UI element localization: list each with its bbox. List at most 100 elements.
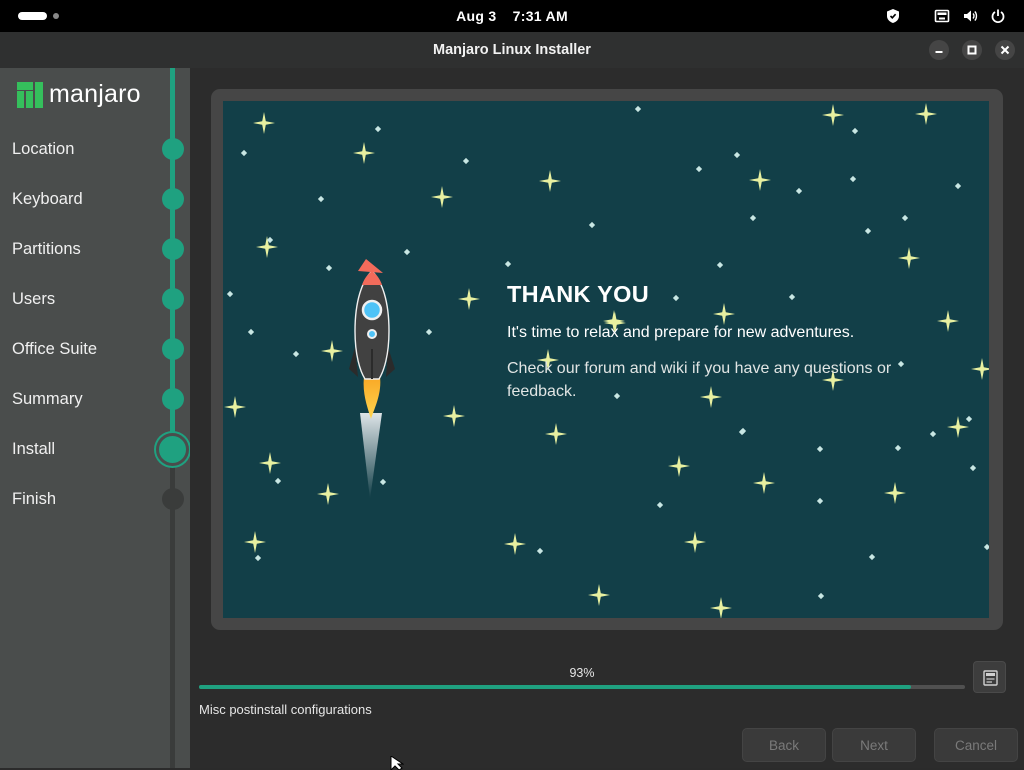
star-dot [816, 445, 824, 453]
step-label: Office Suite [12, 340, 97, 358]
star-dot [536, 547, 544, 555]
window-title: Manjaro Linux Installer [433, 42, 591, 58]
terminal-log-icon [983, 670, 998, 686]
step-label: Location [12, 140, 75, 158]
star-dot [226, 290, 234, 298]
toggle-log-button[interactable] [973, 661, 1006, 693]
rocket-illustration [349, 259, 395, 499]
slide-body-text: Check our forum and wiki if you have any… [507, 360, 892, 400]
star-sparkle [915, 103, 937, 125]
star-dot [240, 149, 248, 157]
clock[interactable]: Aug 3 7:31 AM [0, 0, 1024, 32]
power-icon[interactable] [990, 8, 1006, 24]
star-dot [672, 294, 680, 302]
close-icon [1000, 45, 1010, 55]
minimize-icon [935, 51, 943, 53]
step-location: Location [0, 129, 190, 169]
back-button[interactable]: Back [742, 728, 826, 762]
star-dot [374, 125, 382, 133]
install-status-text: Misc postinstall configurations [199, 702, 372, 717]
star-sparkle [321, 340, 343, 362]
star-dot [795, 187, 803, 195]
window-titlebar[interactable]: Manjaro Linux Installer [0, 32, 1024, 68]
slide-heading: THANK YOU [507, 281, 649, 307]
star-sparkle [504, 533, 526, 555]
star-dot [816, 497, 824, 505]
star-dot [901, 214, 909, 222]
maximize-button[interactable] [962, 40, 982, 60]
star-sparkle [259, 452, 281, 474]
step-done-marker [162, 388, 184, 410]
star-sparkle [668, 455, 690, 477]
star-dot [634, 105, 642, 113]
step-label: Finish [12, 490, 57, 508]
star-sparkle [713, 303, 735, 325]
star-dot [733, 151, 741, 159]
star-sparkle [256, 236, 278, 258]
close-button[interactable] [995, 40, 1015, 60]
star-sparkle [253, 112, 275, 134]
minimize-button[interactable] [929, 40, 949, 60]
step-users: Users [0, 279, 190, 319]
star-sparkle [822, 104, 844, 126]
star-dot [849, 175, 857, 183]
step-pending-marker [162, 488, 184, 510]
step-label: Install [12, 440, 56, 458]
install-progress-bar [199, 685, 965, 689]
progress-percentage: 93% [569, 666, 595, 680]
step-done-marker [162, 138, 184, 160]
step-finish: Finish [0, 479, 190, 519]
star-dot [695, 165, 703, 173]
star-sparkle [588, 584, 610, 606]
star-dot [788, 293, 796, 301]
star-sparkle [710, 597, 732, 618]
star-sparkle [353, 142, 375, 164]
clock-date: Aug 3 [456, 8, 497, 24]
star-dot [317, 195, 325, 203]
star-dot [894, 444, 902, 452]
star-sparkle [884, 482, 906, 504]
slideshow-slide: THANK YOU It's time to relax and prepare… [223, 101, 989, 618]
star-dot [983, 543, 989, 551]
step-label: Partitions [12, 240, 81, 258]
star-dot [656, 501, 664, 509]
step-summary: Summary [0, 379, 190, 419]
star-sparkle [545, 423, 567, 445]
star-dot [868, 553, 876, 561]
star-sparkle [443, 405, 465, 427]
step-done-marker [162, 338, 184, 360]
star-dot [969, 464, 977, 472]
star-dot [504, 260, 512, 268]
manjaro-logo: manjaro [17, 80, 141, 108]
volume-icon[interactable] [962, 8, 978, 24]
system-top-bar: Aug 3 7:31 AM [0, 0, 1024, 32]
star-dot [462, 157, 470, 165]
installer-sidebar: manjaro Location Keyboard Partitions Use… [0, 68, 190, 768]
star-sparkle [947, 416, 969, 438]
clock-time: 7:31 AM [512, 8, 568, 24]
star-sparkle [458, 288, 480, 310]
brand-name: manjaro [49, 80, 141, 108]
step-done-marker [162, 288, 184, 310]
step-keyboard: Keyboard [0, 179, 190, 219]
star-sparkle [539, 170, 561, 192]
star-dot [247, 328, 255, 336]
step-label: Summary [12, 390, 83, 408]
star-dot [929, 430, 937, 438]
star-sparkle [753, 472, 775, 494]
install-progress-fill [199, 685, 912, 689]
star-dot [954, 182, 962, 190]
network-icon[interactable] [934, 8, 950, 24]
step-label: Users [12, 290, 56, 308]
manjaro-logo-icon [17, 82, 43, 108]
star-sparkle [971, 358, 989, 380]
star-sparkle [937, 310, 959, 332]
star-dot [588, 221, 596, 229]
shield-icon[interactable] [885, 8, 901, 24]
step-office-suite: Office Suite [0, 329, 190, 369]
star-dot [965, 415, 973, 423]
star-dot [716, 261, 724, 269]
star-dot [851, 127, 859, 135]
cancel-button[interactable]: Cancel [934, 728, 1018, 762]
next-button[interactable]: Next [832, 728, 916, 762]
